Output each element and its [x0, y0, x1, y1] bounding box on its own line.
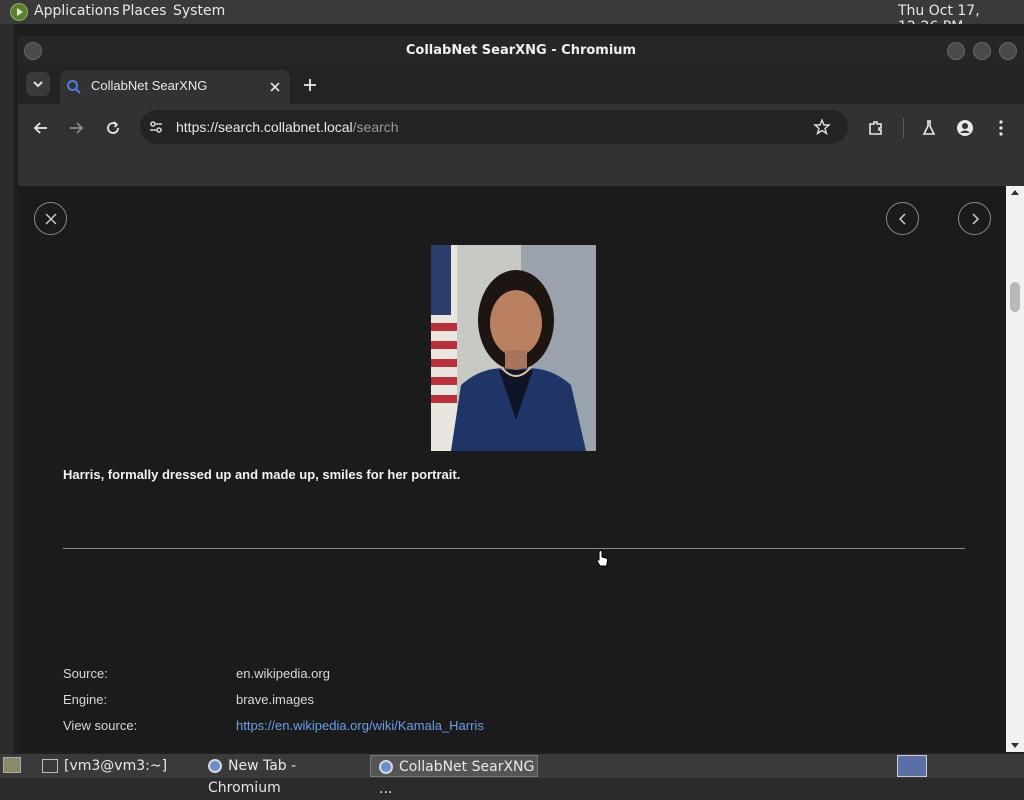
source-value: en.wikipedia.org	[236, 666, 330, 681]
menu-places[interactable]: Places	[122, 3, 167, 19]
more-menu-icon[interactable]	[992, 119, 1010, 137]
bookmark-star-icon[interactable]	[813, 118, 831, 136]
chromium-icon	[379, 760, 393, 774]
engine-label: Engine:	[63, 692, 108, 707]
url-text: https://search.collabnet.local/search	[176, 119, 399, 135]
maximize-button[interactable]	[973, 42, 991, 60]
chevron-down-icon	[33, 81, 43, 88]
terminal-icon	[42, 759, 58, 773]
address-bar[interactable]: https://search.collabnet.local/search	[140, 110, 848, 144]
tray-chromium-icon[interactable]	[897, 755, 927, 777]
top-panel: Applications Places System Thu Oct 17, 1…	[0, 0, 1024, 35]
tab-title: CollabNet SearXNG	[91, 78, 208, 93]
view-source-link[interactable]: https://en.wikipedia.org/wiki/Kamala_Har…	[236, 718, 484, 733]
window-title: CollabNet SearXNG - Chromium	[405, 43, 637, 58]
close-tab-icon[interactable]	[268, 80, 282, 94]
labs-flask-icon[interactable]	[920, 119, 938, 137]
hand-cursor-icon	[596, 550, 609, 567]
search-icon	[67, 80, 81, 94]
scroll-down-arrow-icon[interactable]	[1006, 738, 1024, 752]
reload-icon[interactable]	[104, 119, 122, 137]
taskbar-item-new-tab[interactable]: New Tab - Chromium	[200, 755, 366, 796]
view-source-label: View source:	[63, 718, 138, 733]
site-settings-icon[interactable]	[148, 119, 164, 135]
tab-bar: CollabNet SearXNG	[18, 66, 1024, 104]
tab-search-button[interactable]	[26, 72, 50, 96]
page-viewport: Harris, formally dressed up and made up,…	[19, 186, 1006, 752]
previous-image-button[interactable]	[886, 202, 919, 235]
chevron-left-icon	[898, 213, 906, 225]
source-label: Source:	[63, 666, 108, 681]
toolbar-divider	[903, 118, 904, 138]
window-titlebar[interactable]: CollabNet SearXNG - Chromium	[18, 36, 1024, 66]
back-icon[interactable]	[32, 119, 50, 137]
minimize-button[interactable]	[947, 42, 965, 60]
new-tab-icon[interactable]	[302, 77, 318, 93]
taskbar: [vm3@vm3:~] New Tab - Chromium CollabNet…	[0, 754, 1024, 797]
close-icon	[45, 213, 56, 225]
result-image[interactable]	[431, 245, 596, 451]
section-divider	[63, 548, 965, 549]
bookmarks-bar	[18, 152, 1024, 186]
url-path: /search	[352, 119, 399, 135]
next-image-button[interactable]	[958, 202, 991, 235]
close-window-button[interactable]	[999, 42, 1017, 60]
extensions-icon[interactable]	[867, 119, 885, 137]
taskbar-item-label: CollabNet SearXNG ...	[379, 759, 535, 797]
forward-icon[interactable]	[67, 119, 85, 137]
show-desktop-icon[interactable]	[3, 757, 21, 773]
page-scrollbar[interactable]	[1006, 186, 1024, 752]
tab-collabnet-searxng[interactable]: CollabNet SearXNG	[60, 70, 290, 104]
scroll-up-arrow-icon[interactable]	[1006, 186, 1024, 200]
taskbar-item-terminal[interactable]: [vm3@vm3:~]	[34, 755, 200, 777]
window-menu-button[interactable]	[24, 42, 42, 60]
profile-icon[interactable]	[956, 119, 974, 137]
menu-system[interactable]: System	[173, 3, 225, 19]
scrollbar-thumb[interactable]	[1010, 282, 1020, 312]
engine-value: brave.images	[236, 692, 315, 707]
menu-applications[interactable]: Applications	[34, 3, 120, 19]
taskbar-item-label: [vm3@vm3:~]	[64, 758, 168, 774]
close-detail-button[interactable]	[34, 202, 67, 235]
url-host: https://search.collabnet.local	[176, 119, 353, 135]
taskbar-item-searxng[interactable]: CollabNet SearXNG ...	[370, 755, 538, 797]
chromium-icon	[208, 759, 222, 773]
chevron-right-icon	[971, 213, 979, 225]
image-caption: Harris, formally dressed up and made up,…	[63, 467, 461, 482]
distro-logo-icon[interactable]	[10, 3, 28, 21]
browser-toolbar: https://search.collabnet.local/search	[18, 104, 1024, 152]
